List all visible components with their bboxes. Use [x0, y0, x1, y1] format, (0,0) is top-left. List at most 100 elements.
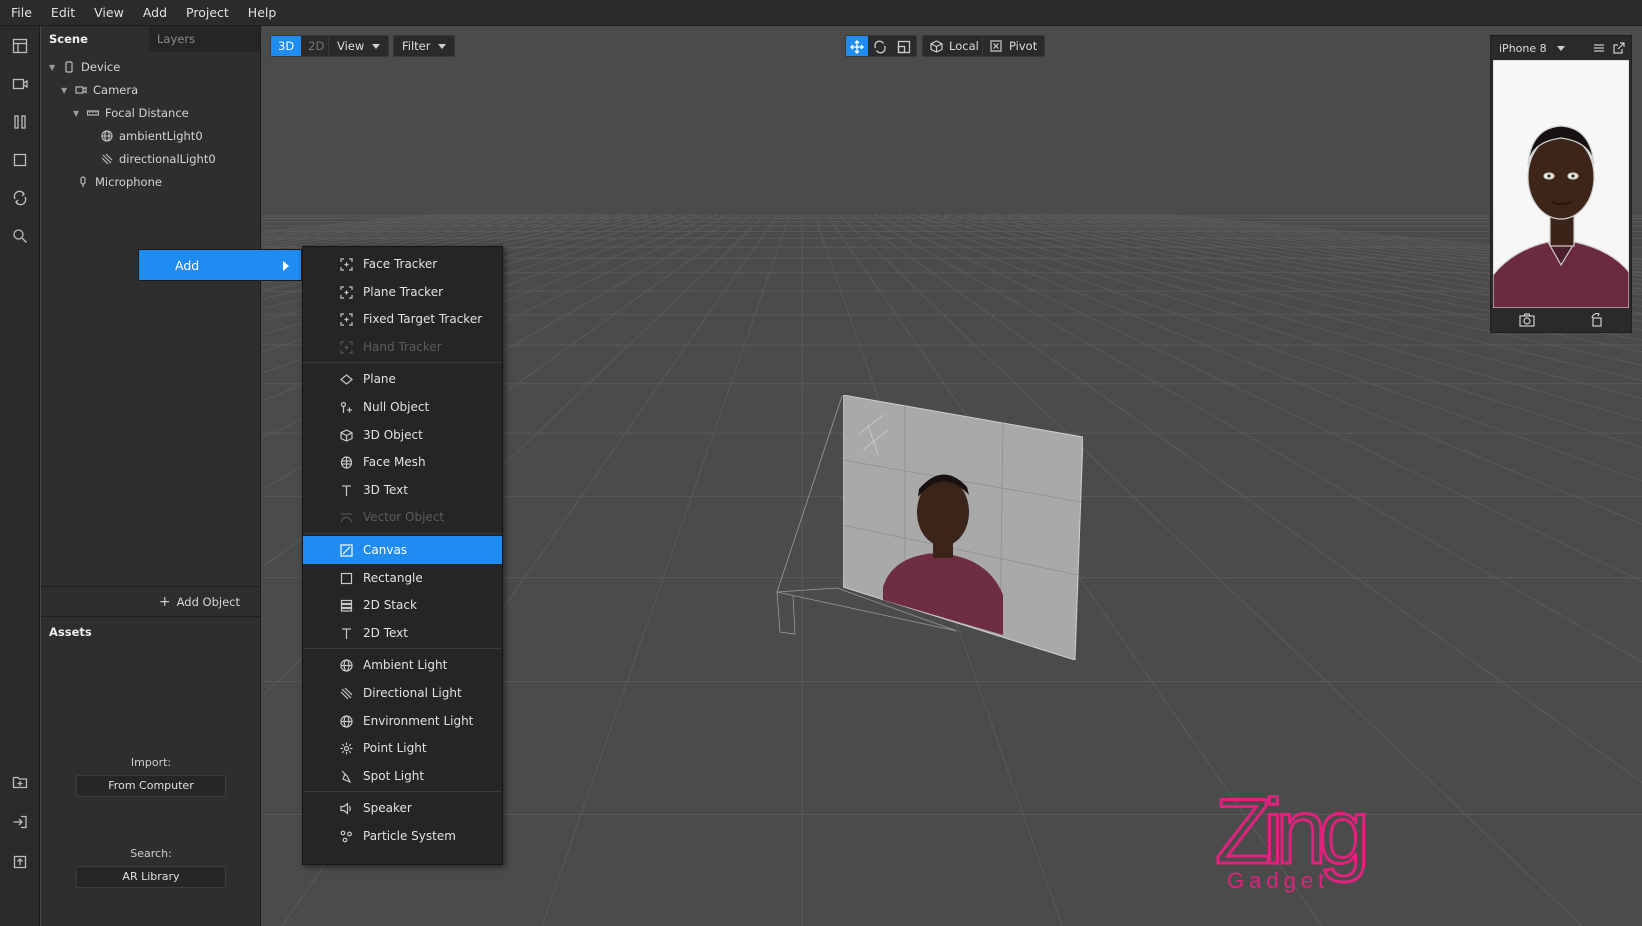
- local-toggle[interactable]: Local: [922, 35, 987, 57]
- menu-add[interactable]: Add: [132, 5, 175, 20]
- screenshot-camera-icon[interactable]: [1518, 313, 1535, 327]
- text-icon: [342, 485, 351, 496]
- menu-item-2d-stack[interactable]: 2D Stack: [303, 591, 502, 619]
- menu-item-3d-text[interactable]: 3D Text: [303, 476, 502, 504]
- move-icon: [850, 39, 864, 54]
- camera-icon[interactable]: [10, 74, 30, 94]
- menu-item-rectangle[interactable]: Rectangle: [303, 564, 502, 592]
- expand-arrow-icon[interactable]: ▼: [49, 63, 59, 72]
- menu-view[interactable]: View: [83, 5, 132, 20]
- tracker-icon: [340, 313, 353, 326]
- add-folder-icon[interactable]: [10, 772, 30, 792]
- menu-item-3d-object[interactable]: 3D Object: [303, 421, 502, 449]
- left-icon-rail: [0, 26, 40, 926]
- tracker-icon: [340, 258, 353, 271]
- menu-file[interactable]: File: [0, 5, 40, 20]
- tree-item-camera[interactable]: ▼ Camera: [61, 79, 138, 101]
- speaker-icon: [340, 802, 351, 816]
- chevron-right-icon: [283, 261, 289, 271]
- menu-bar: File Edit View Add Project Help: [0, 0, 1642, 26]
- ar-library-button[interactable]: AR Library: [76, 866, 226, 888]
- chevron-down-icon: [372, 43, 381, 49]
- preview-footer: [1491, 308, 1631, 332]
- menu-separator: [303, 362, 502, 364]
- tab-scene[interactable]: Scene: [41, 26, 149, 52]
- mode-2d-button[interactable]: 2D: [301, 36, 331, 56]
- tree-item-focal-distance[interactable]: ▼ Focal Distance: [73, 102, 189, 124]
- null-object-icon: [340, 401, 352, 413]
- popout-icon[interactable]: [1613, 42, 1625, 54]
- particle-icon: [340, 830, 352, 843]
- menu-item-face-tracker[interactable]: Face Tracker: [303, 250, 502, 278]
- microphone-icon: [80, 176, 86, 187]
- menu-project[interactable]: Project: [175, 5, 237, 20]
- columns-icon[interactable]: [10, 112, 30, 132]
- zing-gadget-logo: Zing Gadget: [1215, 785, 1374, 893]
- add-submenu: Face Tracker Plane Tracker Fixed Target Tr…: [302, 246, 503, 865]
- expand-arrow-icon[interactable]: ▼: [61, 86, 71, 95]
- mode-3d-button[interactable]: 3D: [271, 36, 302, 56]
- menu-item-environment-light[interactable]: Environment Light: [303, 707, 502, 735]
- menu-item-particle-system[interactable]: Particle System: [303, 822, 502, 850]
- menu-item-plane[interactable]: Plane: [303, 365, 502, 393]
- upload-icon[interactable]: [10, 852, 30, 872]
- layout-icon[interactable]: [10, 36, 30, 56]
- search-label: Search:: [130, 847, 172, 860]
- text-icon: [342, 628, 351, 639]
- menu-separator: [303, 648, 502, 650]
- ruler-icon: [87, 110, 99, 116]
- menu-separator: [303, 791, 502, 793]
- dimension-toggle: 3D 2D: [270, 35, 333, 57]
- menu-item-face-mesh[interactable]: Face Mesh: [303, 448, 502, 476]
- directional-light-icon: [340, 687, 353, 700]
- rotate-device-icon[interactable]: [1590, 313, 1604, 327]
- menu-item-ambient-light[interactable]: Ambient Light: [303, 651, 502, 679]
- menu-icon[interactable]: [1593, 42, 1605, 54]
- menu-item-spot-light[interactable]: Spot Light: [303, 762, 502, 790]
- tree-item-device[interactable]: ▼ Device: [49, 56, 120, 78]
- from-computer-button[interactable]: From Computer: [76, 775, 226, 797]
- add-object-button[interactable]: + Add Object: [41, 586, 260, 616]
- menu-item-null-object[interactable]: Null Object: [303, 393, 502, 421]
- tab-layers[interactable]: Layers: [149, 26, 257, 52]
- tree-item-ambient-light[interactable]: ambientLight0: [101, 125, 203, 147]
- chevron-down-icon: [438, 43, 447, 49]
- menu-item-directional-light[interactable]: Directional Light: [303, 679, 502, 707]
- chevron-down-icon: [1556, 45, 1565, 51]
- scale-tool-button[interactable]: [892, 36, 916, 56]
- pivot-icon: [990, 40, 1002, 52]
- device-icon: [65, 61, 73, 73]
- menu-help[interactable]: Help: [237, 5, 285, 20]
- point-light-icon: [340, 742, 353, 755]
- logo-sub-text: Gadget: [1227, 868, 1329, 893]
- rotate-tool-button[interactable]: [868, 36, 892, 56]
- import-icon[interactable]: [10, 812, 30, 832]
- menu-item-speaker[interactable]: Speaker: [303, 794, 502, 822]
- menu-item-point-light[interactable]: Point Light: [303, 734, 502, 762]
- plane-icon: [340, 374, 353, 386]
- pivot-toggle[interactable]: Pivot: [982, 35, 1046, 57]
- menu-item-fixed-target-tracker[interactable]: Fixed Target Tracker: [303, 305, 502, 333]
- device-preview-panel: iPhone 8: [1490, 35, 1632, 333]
- add-menu-item[interactable]: Add: [138, 249, 302, 281]
- expand-arrow-icon[interactable]: ▼: [73, 109, 83, 118]
- view-dropdown[interactable]: View: [328, 35, 390, 57]
- menu-item-2d-text[interactable]: 2D Text: [303, 619, 502, 647]
- tracker-icon: [340, 285, 353, 299]
- canvas-plane-object[interactable]: [843, 395, 1083, 660]
- move-tool-button[interactable]: [846, 36, 868, 56]
- sync-icon[interactable]: [10, 188, 30, 208]
- scale-icon: [897, 40, 911, 53]
- menu-item-plane-tracker[interactable]: Plane Tracker: [303, 278, 502, 306]
- menu-edit[interactable]: Edit: [40, 5, 83, 20]
- preview-portrait: [1493, 60, 1629, 308]
- globe-icon: [340, 714, 353, 728]
- device-selector[interactable]: iPhone 8: [1491, 36, 1631, 60]
- filter-dropdown[interactable]: Filter: [393, 35, 456, 57]
- search-icon[interactable]: [10, 226, 30, 246]
- square-icon[interactable]: [10, 150, 30, 170]
- tree-item-directional-light[interactable]: directionalLight0: [101, 148, 216, 170]
- tree-item-microphone[interactable]: Microphone: [77, 171, 162, 193]
- menu-item-canvas[interactable]: Canvas: [303, 536, 502, 564]
- tracker-icon: [340, 341, 353, 354]
